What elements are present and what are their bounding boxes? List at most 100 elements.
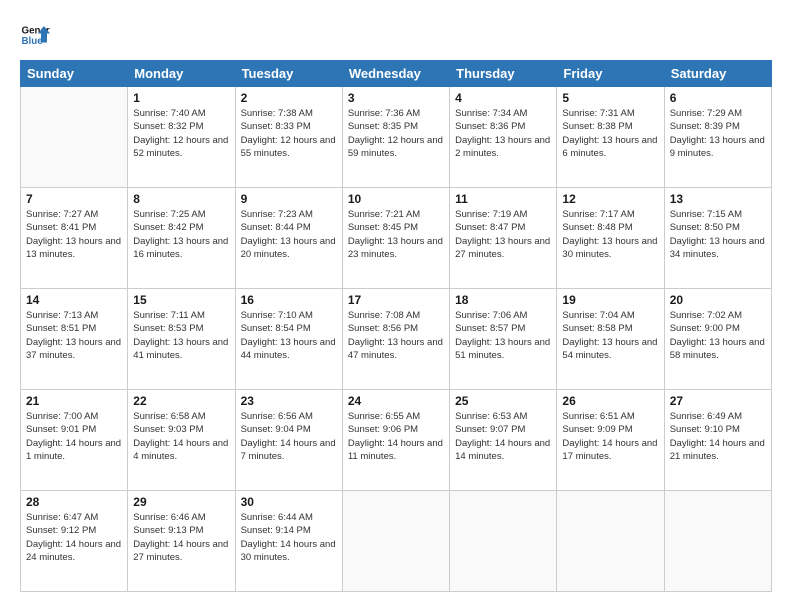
day-number: 3 <box>348 91 444 105</box>
logo-icon: General Blue <box>20 20 50 50</box>
day-number: 6 <box>670 91 766 105</box>
day-content: Sunrise: 7:25 AM Sunset: 8:42 PM Dayligh… <box>133 208 229 261</box>
weekday-header-thursday: Thursday <box>450 61 557 87</box>
day-content: Sunrise: 7:27 AM Sunset: 8:41 PM Dayligh… <box>26 208 122 261</box>
day-cell: 12Sunrise: 7:17 AM Sunset: 8:48 PM Dayli… <box>557 188 664 289</box>
week-row-1: 7 Sunrise: 7:27 AM Sunset: 8:41 PM Daylig… <box>21 188 772 289</box>
day-cell: 15 Sunrise: 7:11 AM Sunset: 8:53 PM Dayli… <box>128 289 235 390</box>
weekday-header-sunday: Sunday <box>21 61 128 87</box>
day-number: 27 <box>670 394 766 408</box>
week-row-2: 14 Sunrise: 7:13 AM Sunset: 8:51 PM Dayli… <box>21 289 772 390</box>
day-cell: 4 Sunrise: 7:34 AM Sunset: 8:36 PM Daylig… <box>450 87 557 188</box>
day-cell: 25Sunrise: 6:53 AM Sunset: 9:07 PM Dayli… <box>450 390 557 491</box>
day-cell: 26 Sunrise: 6:51 AM Sunset: 9:09 PM Dayli… <box>557 390 664 491</box>
day-cell: 9Sunrise: 7:23 AM Sunset: 8:44 PM Daylig… <box>235 188 342 289</box>
svg-text:Blue: Blue <box>22 36 44 47</box>
weekday-header-monday: Monday <box>128 61 235 87</box>
day-content: Sunrise: 7:04 AM Sunset: 8:58 PM Dayligh… <box>562 309 658 362</box>
week-row-0: 1Sunrise: 7:40 AM Sunset: 8:32 PM Daylig… <box>21 87 772 188</box>
day-cell: 10Sunrise: 7:21 AM Sunset: 8:45 PM Dayli… <box>342 188 449 289</box>
day-cell: 3 Sunrise: 7:36 AM Sunset: 8:35 PM Daylig… <box>342 87 449 188</box>
calendar-table: SundayMondayTuesdayWednesdayThursdayFrid… <box>20 60 772 592</box>
day-content: Sunrise: 7:08 AM Sunset: 8:56 PM Dayligh… <box>348 309 444 362</box>
week-row-3: 21 Sunrise: 7:00 AM Sunset: 9:01 PM Dayli… <box>21 390 772 491</box>
day-content: Sunrise: 6:47 AM Sunset: 9:12 PM Dayligh… <box>26 511 122 564</box>
day-content: Sunrise: 6:49 AM Sunset: 9:10 PM Dayligh… <box>670 410 766 463</box>
day-content: Sunrise: 7:11 AM Sunset: 8:53 PM Dayligh… <box>133 309 229 362</box>
day-cell: 14 Sunrise: 7:13 AM Sunset: 8:51 PM Dayli… <box>21 289 128 390</box>
weekday-header-saturday: Saturday <box>664 61 771 87</box>
day-cell: 19 Sunrise: 7:04 AM Sunset: 8:58 PM Dayli… <box>557 289 664 390</box>
day-cell: 28 Sunrise: 6:47 AM Sunset: 9:12 PM Dayli… <box>21 491 128 592</box>
day-cell: 7 Sunrise: 7:27 AM Sunset: 8:41 PM Daylig… <box>21 188 128 289</box>
day-number: 13 <box>670 192 766 206</box>
day-content: Sunrise: 6:56 AM Sunset: 9:04 PM Dayligh… <box>241 410 337 463</box>
day-number: 19 <box>562 293 658 307</box>
day-cell: 24Sunrise: 6:55 AM Sunset: 9:06 PM Dayli… <box>342 390 449 491</box>
day-number: 7 <box>26 192 122 206</box>
day-number: 30 <box>241 495 337 509</box>
day-cell: 21 Sunrise: 7:00 AM Sunset: 9:01 PM Dayli… <box>21 390 128 491</box>
day-cell <box>450 491 557 592</box>
day-number: 14 <box>26 293 122 307</box>
weekday-header-wednesday: Wednesday <box>342 61 449 87</box>
day-cell: 29 Sunrise: 6:46 AM Sunset: 9:13 PM Dayli… <box>128 491 235 592</box>
day-content: Sunrise: 6:44 AM Sunset: 9:14 PM Dayligh… <box>241 511 337 564</box>
day-number: 2 <box>241 91 337 105</box>
week-row-4: 28 Sunrise: 6:47 AM Sunset: 9:12 PM Dayli… <box>21 491 772 592</box>
day-number: 22 <box>133 394 229 408</box>
day-content: Sunrise: 7:40 AM Sunset: 8:32 PM Dayligh… <box>133 107 229 160</box>
day-cell: 2 Sunrise: 7:38 AM Sunset: 8:33 PM Daylig… <box>235 87 342 188</box>
day-cell: 1Sunrise: 7:40 AM Sunset: 8:32 PM Daylig… <box>128 87 235 188</box>
day-cell: 5 Sunrise: 7:31 AM Sunset: 8:38 PM Daylig… <box>557 87 664 188</box>
day-cell: 8Sunrise: 7:25 AM Sunset: 8:42 PM Daylig… <box>128 188 235 289</box>
day-content: Sunrise: 7:15 AM Sunset: 8:50 PM Dayligh… <box>670 208 766 261</box>
day-cell <box>342 491 449 592</box>
day-number: 21 <box>26 394 122 408</box>
day-number: 16 <box>241 293 337 307</box>
day-content: Sunrise: 7:34 AM Sunset: 8:36 PM Dayligh… <box>455 107 551 160</box>
day-number: 26 <box>562 394 658 408</box>
day-content: Sunrise: 7:31 AM Sunset: 8:38 PM Dayligh… <box>562 107 658 160</box>
day-number: 20 <box>670 293 766 307</box>
header: General Blue <box>20 20 772 50</box>
day-number: 17 <box>348 293 444 307</box>
day-number: 11 <box>455 192 551 206</box>
weekday-header-tuesday: Tuesday <box>235 61 342 87</box>
day-cell: 18 Sunrise: 7:06 AM Sunset: 8:57 PM Dayli… <box>450 289 557 390</box>
day-content: Sunrise: 7:00 AM Sunset: 9:01 PM Dayligh… <box>26 410 122 463</box>
day-number: 23 <box>241 394 337 408</box>
day-cell: 23 Sunrise: 6:56 AM Sunset: 9:04 PM Dayli… <box>235 390 342 491</box>
day-content: Sunrise: 6:46 AM Sunset: 9:13 PM Dayligh… <box>133 511 229 564</box>
day-content: Sunrise: 6:58 AM Sunset: 9:03 PM Dayligh… <box>133 410 229 463</box>
day-cell: 20 Sunrise: 7:02 AM Sunset: 9:00 PM Dayli… <box>664 289 771 390</box>
logo: General Blue <box>20 20 50 50</box>
day-number: 12 <box>562 192 658 206</box>
day-number: 4 <box>455 91 551 105</box>
day-content: Sunrise: 7:38 AM Sunset: 8:33 PM Dayligh… <box>241 107 337 160</box>
day-number: 18 <box>455 293 551 307</box>
page: General Blue SundayMondayTuesdayWednesda… <box>0 0 792 612</box>
day-cell: 11Sunrise: 7:19 AM Sunset: 8:47 PM Dayli… <box>450 188 557 289</box>
day-content: Sunrise: 7:10 AM Sunset: 8:54 PM Dayligh… <box>241 309 337 362</box>
day-cell: 22 Sunrise: 6:58 AM Sunset: 9:03 PM Dayli… <box>128 390 235 491</box>
day-cell: 17 Sunrise: 7:08 AM Sunset: 8:56 PM Dayli… <box>342 289 449 390</box>
day-number: 15 <box>133 293 229 307</box>
day-number: 29 <box>133 495 229 509</box>
day-cell: 27 Sunrise: 6:49 AM Sunset: 9:10 PM Dayli… <box>664 390 771 491</box>
day-number: 24 <box>348 394 444 408</box>
day-content: Sunrise: 7:13 AM Sunset: 8:51 PM Dayligh… <box>26 309 122 362</box>
day-content: Sunrise: 7:06 AM Sunset: 8:57 PM Dayligh… <box>455 309 551 362</box>
day-content: Sunrise: 7:36 AM Sunset: 8:35 PM Dayligh… <box>348 107 444 160</box>
day-content: Sunrise: 6:53 AM Sunset: 9:07 PM Dayligh… <box>455 410 551 463</box>
day-cell <box>21 87 128 188</box>
weekday-header-friday: Friday <box>557 61 664 87</box>
day-number: 28 <box>26 495 122 509</box>
day-cell <box>664 491 771 592</box>
day-cell: 16 Sunrise: 7:10 AM Sunset: 8:54 PM Dayli… <box>235 289 342 390</box>
day-content: Sunrise: 7:02 AM Sunset: 9:00 PM Dayligh… <box>670 309 766 362</box>
day-number: 5 <box>562 91 658 105</box>
day-content: Sunrise: 7:29 AM Sunset: 8:39 PM Dayligh… <box>670 107 766 160</box>
day-number: 9 <box>241 192 337 206</box>
day-content: Sunrise: 6:51 AM Sunset: 9:09 PM Dayligh… <box>562 410 658 463</box>
